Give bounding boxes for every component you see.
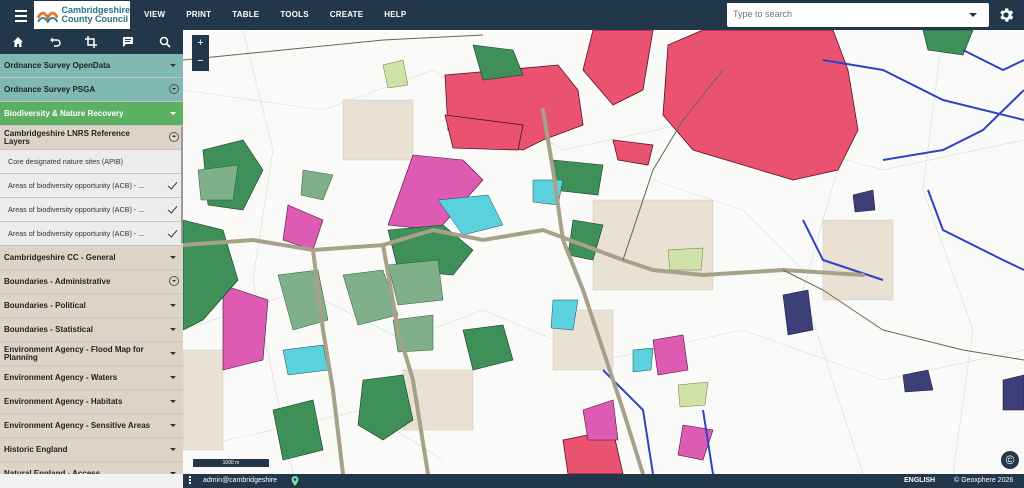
- layer-row[interactable]: Boundaries - Administrative: [0, 270, 183, 294]
- expand-arrow-icon[interactable]: [170, 256, 176, 259]
- hamburger-menu-icon[interactable]: [8, 7, 34, 23]
- expand-arrow-icon[interactable]: [170, 328, 176, 331]
- home-icon[interactable]: [11, 35, 25, 49]
- expand-arrow-icon[interactable]: [170, 376, 176, 379]
- menu-create[interactable]: CREATE: [330, 0, 364, 30]
- search-dropdown-icon[interactable]: [969, 13, 977, 17]
- layer-row[interactable]: Core designated nature sites (APIB): [0, 150, 183, 174]
- search-box: [727, 3, 989, 27]
- menu-help[interactable]: HELP: [384, 0, 406, 30]
- layer-row[interactable]: Environment Agency - Habitats: [0, 390, 183, 414]
- layer-label: Core designated nature sites (APIB): [8, 156, 124, 166]
- layer-label: Boundaries - Statistical: [4, 324, 93, 334]
- logo-waves-icon: [37, 11, 59, 24]
- search-icon[interactable]: [158, 35, 172, 49]
- sidebar-footer: [0, 474, 183, 488]
- menu-print[interactable]: PRINT: [186, 0, 211, 30]
- layer-row[interactable]: Biodiversity & Nature Recovery: [0, 102, 183, 126]
- logo-text: Cambridgeshire County Council: [61, 6, 130, 24]
- comment-icon[interactable]: [121, 35, 135, 49]
- layer-label: Environment Agency - Waters: [4, 372, 118, 382]
- checkmark-icon[interactable]: [167, 227, 178, 238]
- layer-label: Environment Agency - Habitats: [4, 396, 123, 406]
- checkmark-icon[interactable]: [167, 203, 178, 214]
- layer-row[interactable]: Ordnance Survey OpenData: [0, 54, 183, 78]
- layer-row[interactable]: Cambridgeshire LNRS Reference Layers: [0, 126, 183, 150]
- layer-row[interactable]: Boundaries - Statistical: [0, 318, 183, 342]
- scale-bar: 1000 m: [192, 458, 270, 468]
- expand-arrow-icon[interactable]: [170, 424, 176, 427]
- checkmark-icon[interactable]: [167, 179, 178, 190]
- layer-row[interactable]: Boundaries - Political: [0, 294, 183, 318]
- layer-label: Boundaries - Political: [4, 300, 86, 310]
- logo-line2: County Council: [61, 14, 128, 24]
- expand-arrow-icon[interactable]: [170, 352, 176, 355]
- layer-sidebar: Ordnance Survey OpenData Ordnance Survey …: [0, 30, 184, 488]
- layer-label: Ordnance Survey PSGA: [4, 84, 96, 94]
- layer-label: Cambridgeshire CC - General: [4, 252, 116, 262]
- undo-icon[interactable]: [48, 35, 62, 49]
- menu-table[interactable]: TABLE: [232, 0, 259, 30]
- location-pin-icon[interactable]: [291, 476, 299, 486]
- layer-row[interactable]: Environment Agency - Sensitive Areas: [0, 414, 183, 438]
- layer-row[interactable]: Historic England: [0, 438, 183, 462]
- layer-row[interactable]: Environment Agency - Waters: [0, 366, 183, 390]
- expand-arrow-icon[interactable]: [170, 64, 176, 67]
- zoom-in-button[interactable]: +: [192, 35, 209, 53]
- expand-arrow-icon[interactable]: [170, 304, 176, 307]
- layer-row[interactable]: Areas of biodiversity opportunity (ACB) …: [0, 198, 183, 222]
- search-input[interactable]: [727, 3, 963, 25]
- copyright-button[interactable]: ©: [1001, 451, 1019, 469]
- layer-row[interactable]: Areas of biodiversity opportunity (ACB) …: [0, 222, 183, 246]
- gear-icon[interactable]: [997, 6, 1015, 24]
- layer-row[interactable]: Environment Agency - Flood Map for Plann…: [0, 342, 183, 366]
- layer-row[interactable]: Cambridgeshire CC - General: [0, 246, 183, 270]
- crop-icon[interactable]: [84, 35, 98, 49]
- layer-label: Boundaries - Administrative: [4, 276, 111, 286]
- expand-circle-icon[interactable]: [169, 84, 179, 94]
- layer-label: Cambridgeshire LNRS Reference Layers: [4, 128, 130, 146]
- expand-arrow-icon[interactable]: [170, 112, 176, 115]
- menu-tools[interactable]: TOOLS: [280, 0, 308, 30]
- sidebar-toolbar: [0, 30, 183, 54]
- layer-label: Ordnance Survey OpenData: [4, 60, 111, 70]
- menu-view[interactable]: VIEW: [144, 0, 165, 30]
- map-canvas[interactable]: [183, 30, 1024, 474]
- user-account[interactable]: admin@cambridgeshire: [203, 477, 277, 484]
- layer-label: Areas of biodiversity opportunity (ACB) …: [8, 204, 145, 214]
- council-logo: Cambridgeshire County Council: [34, 1, 130, 29]
- layer-label: Biodiversity & Nature Recovery: [4, 108, 124, 118]
- copyright-text: © Geoxphere 2026: [954, 477, 1014, 484]
- navy-polygons: [782, 189, 1024, 411]
- language-selector[interactable]: ENGLISH: [904, 477, 935, 484]
- layer-label: Historic England: [4, 444, 68, 454]
- zoom-out-button[interactable]: −: [192, 53, 209, 71]
- collapse-circle-icon[interactable]: [169, 132, 179, 142]
- map-layers: [183, 30, 1024, 474]
- expand-circle-icon[interactable]: [169, 276, 179, 286]
- layer-label: Environment Agency - Sensitive Areas: [4, 420, 151, 430]
- layer-label: Areas of biodiversity opportunity (ACB) …: [8, 180, 145, 190]
- layer-row[interactable]: Ordnance Survey PSGA: [0, 78, 183, 102]
- layer-list: Ordnance Survey OpenData Ordnance Survey …: [0, 54, 183, 486]
- expand-arrow-icon[interactable]: [170, 448, 176, 451]
- layer-label: Areas of biodiversity opportunity (ACB) …: [8, 228, 145, 238]
- layer-label: Environment Agency - Flood Map for Plann…: [4, 344, 144, 362]
- zoom-control: + −: [192, 35, 209, 71]
- top-navbar: Cambridgeshire County Council VIEW PRINT…: [0, 0, 1024, 30]
- main-menu: VIEW PRINT TABLE TOOLS CREATE HELP: [144, 0, 427, 30]
- layer-row[interactable]: Areas of biodiversity opportunity (ACB) …: [0, 174, 183, 198]
- more-options-icon[interactable]: [189, 476, 191, 485]
- expand-arrow-icon[interactable]: [170, 400, 176, 403]
- status-bar: admin@cambridgeshire ENGLISH © Geoxphere…: [183, 474, 1024, 488]
